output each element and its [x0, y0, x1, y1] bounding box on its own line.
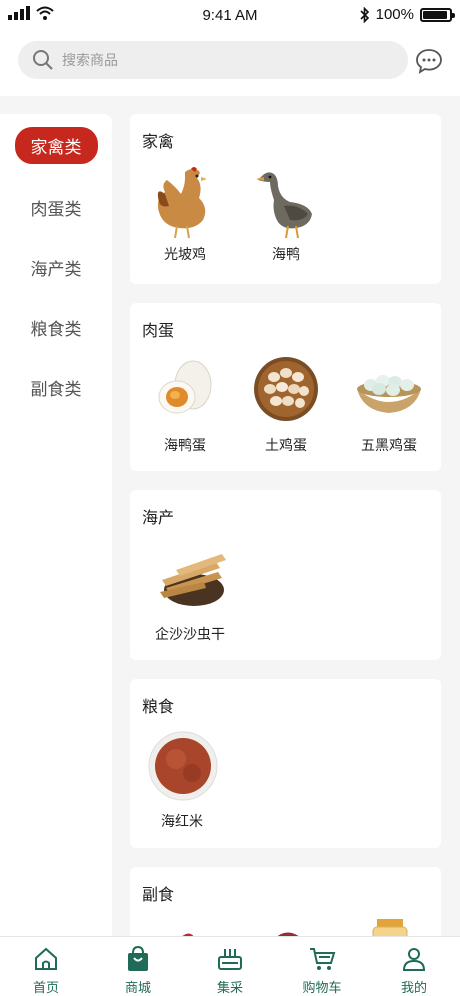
sidebar-item-label: 粮食类: [30, 319, 82, 339]
product-item[interactable]: 土鸡蛋: [236, 355, 336, 455]
section-card-grain: 粮食 海红米: [130, 679, 441, 848]
tab-label: 我的: [400, 980, 427, 995]
shopping-bag-icon: [128, 945, 148, 971]
section-card-poultry: 家禽 光坡鸡 海鸭: [130, 114, 441, 284]
category-sidebar: 家禽类 肉蛋类 海产类 粮食类 副食类: [0, 114, 112, 936]
product-item[interactable]: 光坡鸡: [135, 164, 235, 264]
sidebar-item-label: 家禽类: [14, 126, 98, 164]
tab-label: 商城: [124, 980, 151, 995]
tab-cart[interactable]: 购物车: [276, 937, 368, 996]
product-item[interactable]: 海鸭蛋: [135, 355, 235, 455]
status-right: 100%: [360, 6, 455, 23]
search-bar[interactable]: [18, 41, 408, 79]
status-bar: 9:41 AM 100%: [0, 0, 460, 32]
product-name: 五黑鸡蛋: [361, 437, 417, 453]
battery-percent: 100%: [375, 6, 414, 23]
message-icon[interactable]: [414, 46, 444, 76]
product-item[interactable]: 五黑鸡蛋: [339, 355, 439, 455]
egg-basket-image: [252, 355, 320, 423]
dried-sandworm-image: [156, 544, 226, 612]
product-item[interactable]: 海红米: [132, 731, 232, 831]
bluetooth-icon: [360, 6, 369, 23]
product-name: 土鸡蛋: [265, 437, 307, 453]
salted-egg-image: [151, 355, 219, 423]
user-icon: [402, 948, 426, 971]
product-item[interactable]: 海鸭: [236, 164, 336, 264]
cart-icon: [310, 948, 336, 970]
tab-bar: 首页 商城 集采 购物车 我的: [0, 936, 460, 996]
product-item[interactable]: 企沙沙虫干: [135, 544, 245, 644]
section-title: 粮食: [142, 699, 175, 716]
search-icon: [33, 50, 53, 70]
tab-label: 购物车: [302, 980, 342, 995]
section-card-seafood: 海产 企沙沙虫干: [130, 490, 441, 660]
tab-profile[interactable]: 我的: [368, 937, 460, 996]
egg-bowl-image: [355, 355, 423, 423]
product-name: 光坡鸡: [164, 246, 206, 262]
section-title: 肉蛋: [142, 323, 175, 340]
section-title: 副食: [142, 887, 175, 904]
red-rice-image: [148, 731, 218, 801]
sidebar-item-label: 副食类: [30, 379, 82, 399]
sidebar-item-label: 海产类: [30, 259, 82, 279]
sidebar-item-seafood[interactable]: 海产类: [0, 250, 112, 284]
tab-group-buy[interactable]: 集采: [184, 937, 276, 996]
chicken-image: [151, 164, 219, 239]
search-input[interactable]: [62, 52, 362, 68]
home-icon: [35, 947, 57, 970]
section-title: 海产: [142, 510, 175, 527]
section-card-meat-eggs: 肉蛋 海鸭蛋 土鸡蛋 五黑鸡蛋: [130, 303, 441, 471]
duck-image: [252, 164, 320, 239]
tab-label: 首页: [32, 980, 59, 995]
sidebar-item-grain[interactable]: 粮食类: [0, 310, 112, 344]
header: [0, 32, 460, 96]
tab-label: 集采: [216, 980, 243, 995]
product-name: 海鸭蛋: [164, 437, 206, 453]
sidebar-item-meat-eggs[interactable]: 肉蛋类: [0, 190, 112, 224]
section-title: 家禽: [142, 134, 175, 151]
battery-icon: [420, 7, 455, 22]
product-name: 企沙沙虫干: [155, 626, 225, 642]
tab-home[interactable]: 首页: [0, 937, 92, 996]
sidebar-item-poultry[interactable]: 家禽类: [0, 126, 112, 164]
tab-mall[interactable]: 商城: [92, 937, 184, 996]
sidebar-item-groceries[interactable]: 副食类: [0, 370, 112, 404]
product-name: 海鸭: [272, 246, 300, 262]
sidebar-item-label: 肉蛋类: [30, 199, 82, 219]
product-name: 海红米: [161, 813, 203, 829]
basket-icon: [218, 949, 242, 970]
